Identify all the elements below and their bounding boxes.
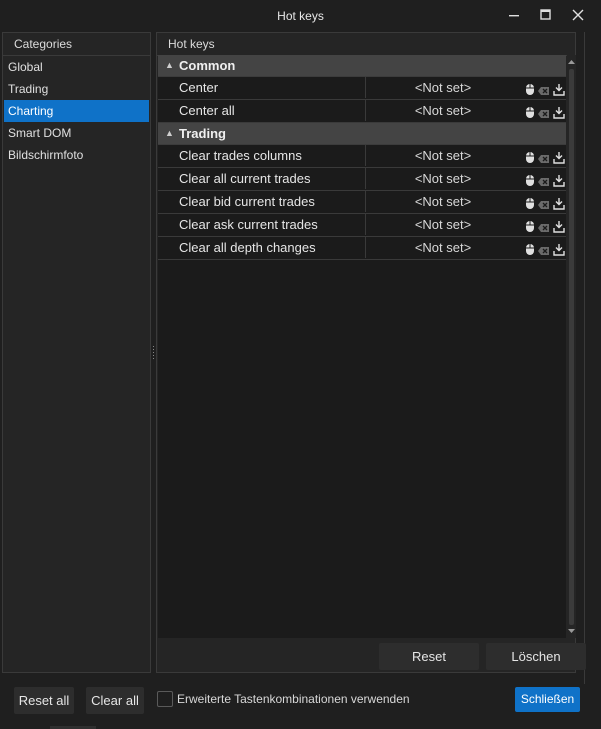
row-icons (524, 237, 566, 258)
category-item-global[interactable]: Global (3, 56, 150, 78)
clear-key-icon[interactable] (538, 218, 550, 232)
scroll-up-icon[interactable] (568, 59, 575, 65)
collapse-triangle-icon[interactable]: ▲ (165, 55, 174, 76)
mouse-icon[interactable] (525, 81, 537, 95)
row-icons (524, 100, 566, 121)
reset-default-icon[interactable] (553, 149, 565, 164)
scroll-thumb[interactable] (569, 69, 574, 625)
delete-button[interactable]: Löschen (486, 643, 586, 670)
hotkey-name: Center (179, 80, 219, 95)
categories-header: Categories (3, 33, 150, 56)
divider (584, 32, 585, 684)
clear-key-icon[interactable] (538, 104, 550, 118)
clear-key-icon[interactable] (538, 81, 550, 95)
collapse-triangle-icon[interactable]: ▲ (165, 123, 174, 144)
close-button[interactable]: Schließen (515, 687, 580, 712)
group-name: Common (179, 58, 236, 73)
panel-splitter[interactable] (152, 346, 155, 360)
category-item-charting[interactable]: Charting (4, 100, 149, 122)
clear-key-icon[interactable] (538, 195, 550, 209)
title-bar: Hot keys (0, 0, 601, 32)
category-item-smart-dom[interactable]: Smart DOM (3, 122, 150, 144)
group-header-common[interactable]: ▲ Common (158, 55, 566, 77)
hotkeys-panel: Hot keys ▲ Common Center <Not set> Cente… (156, 32, 576, 673)
reset-default-icon[interactable] (553, 241, 565, 256)
minimize-button[interactable] (500, 4, 528, 26)
clear-key-icon[interactable] (538, 172, 550, 186)
hotkeys-table: ▲ Common Center <Not set> Center all <No… (158, 55, 566, 638)
reset-default-icon[interactable] (553, 172, 565, 187)
extended-shortcuts-label: Erweiterte Tastenkombinationen verwenden (177, 692, 410, 706)
close-icon (572, 9, 584, 21)
clear-all-button[interactable]: Clear all (86, 687, 144, 714)
categories-panel: Categories Global Trading Charting Smart… (2, 32, 151, 673)
hotkey-value[interactable]: <Not set> (365, 191, 520, 212)
mouse-icon[interactable] (525, 218, 537, 232)
maximize-button[interactable] (532, 4, 560, 26)
hotkeys-header: Hot keys (157, 33, 575, 56)
hotkey-name: Clear bid current trades (179, 194, 315, 209)
reset-default-icon[interactable] (553, 81, 565, 96)
category-item-bildschirmfoto[interactable]: Bildschirmfoto (3, 144, 150, 166)
mouse-icon[interactable] (525, 149, 537, 163)
table-row: Center <Not set> (158, 77, 566, 100)
reset-button[interactable]: Reset (379, 643, 479, 670)
table-row: Clear all current trades <Not set> (158, 168, 566, 191)
table-row: Clear ask current trades <Not set> (158, 214, 566, 237)
hotkey-name: Center all (179, 103, 235, 118)
mouse-icon[interactable] (525, 241, 537, 255)
hotkey-value[interactable]: <Not set> (365, 237, 520, 258)
hotkey-name: Clear trades columns (179, 148, 302, 163)
hotkey-value[interactable]: <Not set> (365, 100, 520, 121)
row-icons (524, 168, 566, 189)
scroll-down-icon[interactable] (568, 628, 575, 634)
maximize-icon (540, 9, 551, 20)
reset-all-button[interactable]: Reset all (14, 687, 74, 714)
row-icons (524, 145, 566, 166)
hotkey-value[interactable]: <Not set> (365, 168, 520, 189)
vertical-scrollbar[interactable] (567, 55, 576, 638)
hotkey-name: Clear all depth changes (179, 240, 316, 255)
reset-default-icon[interactable] (553, 195, 565, 210)
hotkey-value[interactable]: <Not set> (365, 145, 520, 166)
group-name: Trading (179, 126, 226, 141)
row-icons (524, 214, 566, 235)
row-icons (524, 77, 566, 98)
hotkey-name: Clear all current trades (179, 171, 311, 186)
mouse-icon[interactable] (525, 104, 537, 118)
hotkey-name: Clear ask current trades (179, 217, 318, 232)
clear-key-icon[interactable] (538, 149, 550, 163)
hotkey-value[interactable]: <Not set> (365, 77, 520, 98)
category-item-trading[interactable]: Trading (3, 78, 150, 100)
minimize-icon (509, 15, 519, 17)
table-row: Clear all depth changes <Not set> (158, 237, 566, 260)
hotkey-value[interactable]: <Not set> (365, 214, 520, 235)
close-window-button[interactable] (564, 4, 592, 26)
mouse-icon[interactable] (525, 172, 537, 186)
reset-default-icon[interactable] (553, 218, 565, 233)
table-row: Clear trades columns <Not set> (158, 145, 566, 168)
reset-default-icon[interactable] (553, 104, 565, 119)
table-row: Center all <Not set> (158, 100, 566, 123)
table-row: Clear bid current trades <Not set> (158, 191, 566, 214)
clear-key-icon[interactable] (538, 241, 550, 255)
row-icons (524, 191, 566, 212)
mouse-icon[interactable] (525, 195, 537, 209)
extended-shortcuts-checkbox[interactable] (157, 691, 173, 707)
group-header-trading[interactable]: ▲ Trading (158, 123, 566, 145)
